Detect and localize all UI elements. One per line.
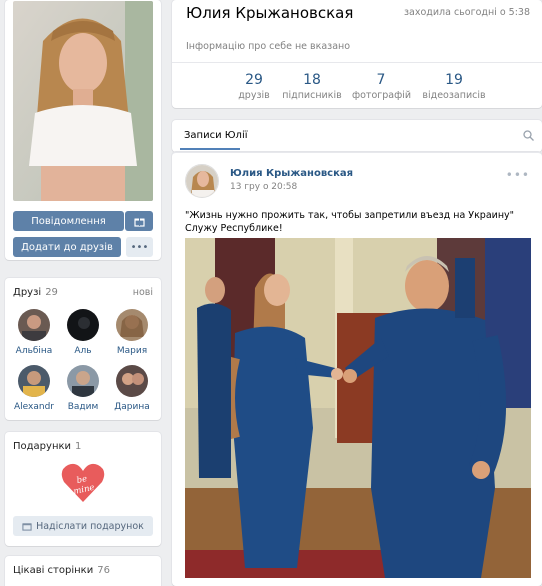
gifts-block: Подарунки 1 be mine Надіслати подарунок [5, 432, 161, 546]
friend-name: Вадим [67, 402, 99, 412]
gifts-count: 1 [75, 441, 82, 452]
stat-friends[interactable]: 29 друзів [232, 72, 276, 101]
stat-label: друзів [238, 90, 270, 101]
friend-item[interactable]: Alexandr [12, 365, 56, 412]
profile-info-card: Юлия Крыжановская заходила сьогодні о 5:… [172, 0, 542, 108]
gift-icon-button[interactable] [125, 211, 153, 231]
profile-avatar-image [13, 1, 153, 201]
more-actions-button[interactable]: ••• [126, 237, 153, 257]
friend-name: Alexandr [14, 402, 54, 412]
friend-name: Мария [116, 346, 148, 356]
friend-item[interactable]: Аль [61, 309, 105, 356]
post-more-icon[interactable]: ••• [506, 168, 530, 182]
wall-search-button[interactable] [523, 130, 534, 144]
friend-avatar [18, 365, 50, 397]
pages-count: 76 [97, 565, 110, 576]
friend-item[interactable]: Мария [110, 309, 154, 356]
friend-avatar [18, 309, 50, 341]
send-gift-label: Надіслати подарунок [36, 520, 144, 532]
wall-tabs: Записи Юлії [172, 120, 542, 152]
online-status: заходила сьогодні о 5:38 [403, 7, 530, 18]
add-friend-button-label: Додати до друзів [21, 241, 113, 253]
post-photo-image [185, 238, 531, 578]
more-dots-icon: ••• [130, 241, 149, 253]
profile-info-placeholder: Інформацію про себе не вказано [186, 41, 351, 52]
friend-avatar [67, 365, 99, 397]
friend-name: Дарина [114, 402, 150, 412]
message-button-label: Повідомлення [31, 215, 106, 227]
send-gift-button[interactable]: Надіслати подарунок [13, 516, 153, 536]
interesting-pages-block: Цікаві сторінки 76 [5, 556, 161, 586]
friend-avatar [116, 365, 148, 397]
pages-title: Цікаві сторінки [13, 565, 94, 576]
post-text-line: Служу Республике! [185, 223, 283, 234]
stat-label: фотографій [352, 90, 412, 101]
friends-new-link[interactable]: нові [133, 287, 153, 298]
add-friend-button[interactable]: Додати до друзів [13, 237, 121, 257]
friend-item[interactable]: Вадим [61, 365, 105, 412]
gift-heart[interactable]: be mine [60, 462, 106, 504]
gifts-header[interactable]: Подарунки 1 [13, 441, 81, 452]
friends-block: Друзі 29 нові Альбіна Аль Мария Alexandr … [5, 278, 161, 420]
divider [172, 62, 542, 63]
stat-followers[interactable]: 18 підписників [282, 72, 342, 101]
profile-photo-card: Повідомлення Додати до друзів ••• [5, 0, 161, 260]
stat-count: 29 [245, 72, 263, 88]
friends-header[interactable]: Друзі 29 [13, 287, 58, 298]
post-author-name[interactable]: Юлия Крыжановская [230, 168, 353, 179]
wall-post: Юлия Крыжановская 13 гру о 20:58 ••• "Жи… [172, 152, 542, 586]
friend-avatar [116, 309, 148, 341]
post-date[interactable]: 13 гру о 20:58 [230, 182, 297, 192]
search-icon [523, 130, 534, 141]
profile-avatar[interactable] [13, 1, 153, 201]
stat-label: відеозаписів [422, 90, 486, 101]
post-text-line: "Жизнь нужно прожить так, чтобы запретил… [185, 210, 515, 221]
stat-count: 7 [376, 72, 386, 88]
friends-count: 29 [45, 287, 58, 298]
profile-name: Юлия Крыжановская [186, 4, 354, 22]
pages-header[interactable]: Цікаві сторінки 76 [13, 565, 110, 576]
stat-videos[interactable]: 19 відеозаписів [422, 72, 486, 101]
friend-item[interactable]: Дарина [110, 365, 154, 412]
post-text: "Жизнь нужно прожить так, чтобы запретил… [185, 209, 514, 235]
stat-photos[interactable]: 7 фотографій [352, 72, 412, 101]
friends-title: Друзі [13, 287, 42, 298]
gift-icon [22, 523, 32, 531]
gifts-title: Подарунки [13, 441, 72, 452]
stat-count: 18 [303, 72, 321, 88]
gift-icon [133, 217, 145, 227]
stat-count: 19 [445, 72, 463, 88]
message-button[interactable]: Повідомлення [13, 211, 124, 231]
tab-wall-posts[interactable]: Записи Юлії [184, 130, 248, 141]
friend-avatar [67, 309, 99, 341]
post-photo[interactable] [185, 238, 531, 578]
friend-name: Альбіна [15, 346, 53, 356]
stat-label: підписників [282, 90, 342, 101]
friend-name: Аль [74, 346, 92, 356]
friend-item[interactable]: Альбіна [12, 309, 56, 356]
post-author-avatar[interactable] [185, 164, 219, 198]
active-tab-indicator [180, 148, 240, 150]
